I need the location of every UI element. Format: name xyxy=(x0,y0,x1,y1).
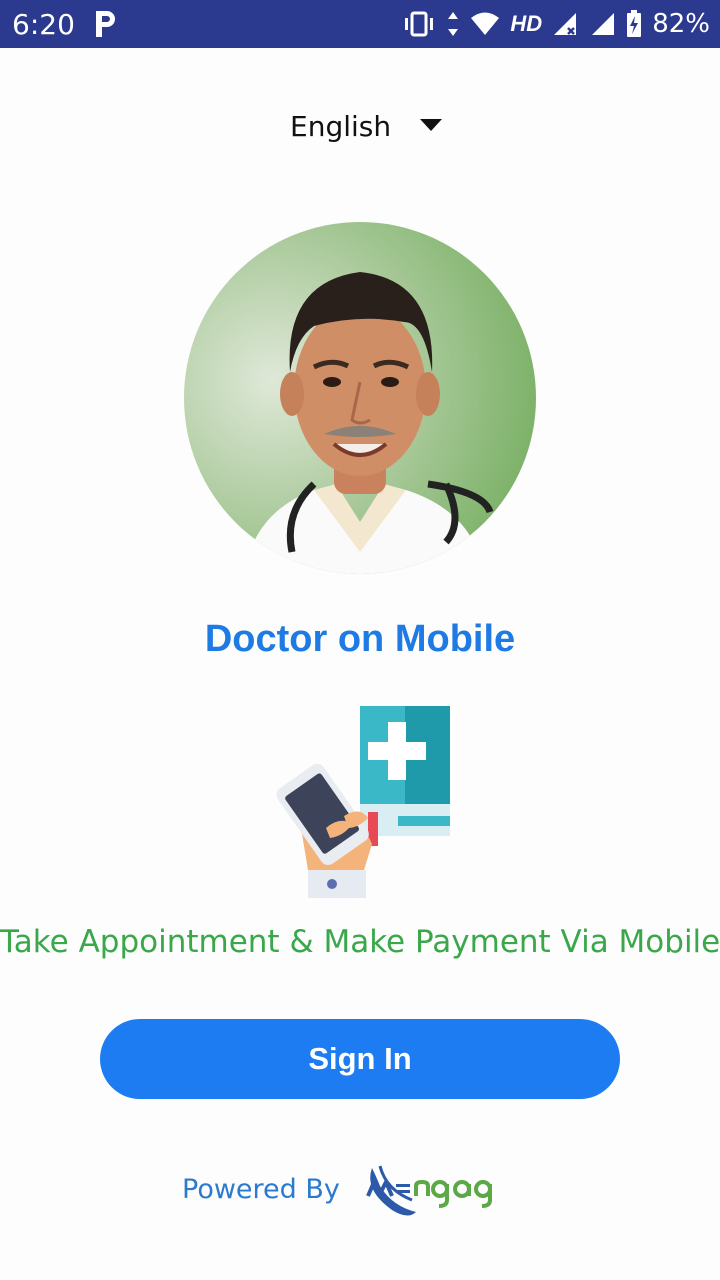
app-tagline: Take Appointment & Make Payment Via Mobi… xyxy=(0,924,720,960)
dropdown-caret-icon xyxy=(420,119,442,131)
app-title: Doctor on Mobile xyxy=(204,618,516,660)
sign-in-button[interactable]: Sign In xyxy=(100,1019,620,1099)
wifi-icon xyxy=(471,12,500,35)
doctor-photo xyxy=(184,222,536,574)
parking-app-icon xyxy=(96,11,115,37)
signal-icon-2 xyxy=(592,13,615,35)
language-selected: English xyxy=(290,109,392,143)
mengage-logo xyxy=(366,1165,492,1216)
hd-label: HD xyxy=(510,11,543,36)
data-transfer-icon xyxy=(448,12,459,36)
doctor-portrait-illustration xyxy=(244,272,494,574)
battery-charging-icon xyxy=(627,10,642,37)
battery-percent: 82% xyxy=(652,9,710,39)
vibrate-icon xyxy=(405,11,434,37)
signal-icon xyxy=(554,13,577,35)
status-time: 6:20 xyxy=(12,8,75,41)
status-bar: 6:20 HD 82% xyxy=(0,0,720,48)
mobile-health-illustration xyxy=(276,706,450,898)
powered-by-label: Powered By xyxy=(182,1174,340,1205)
status-icons: HD 82% xyxy=(402,6,710,42)
language-selector[interactable]: English xyxy=(290,104,450,148)
